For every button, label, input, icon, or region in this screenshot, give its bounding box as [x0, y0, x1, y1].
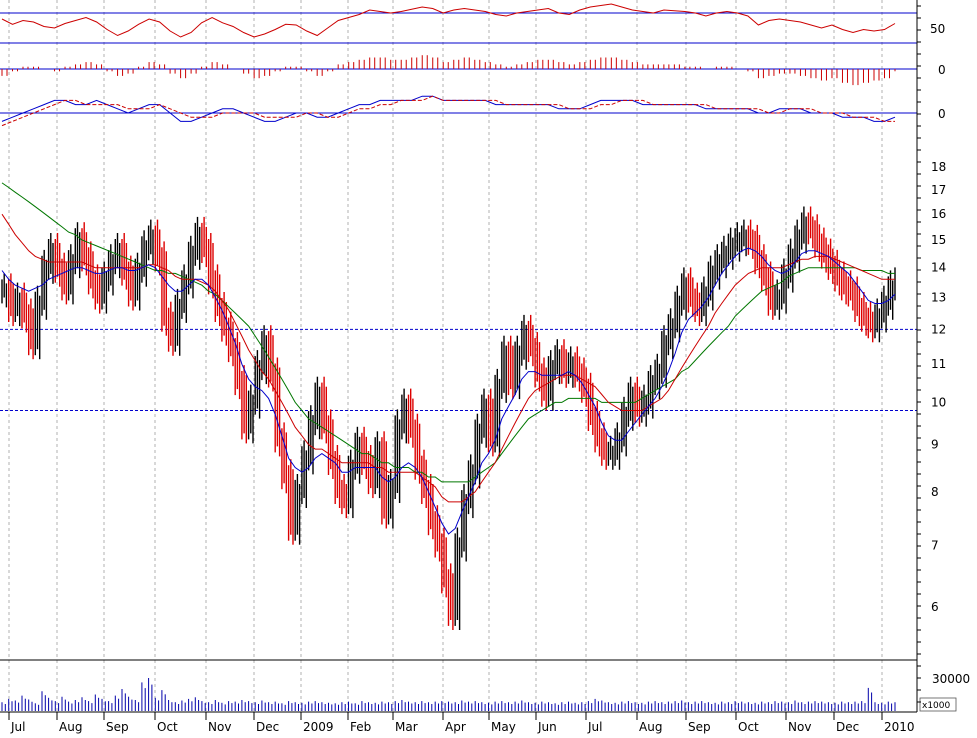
x-tick-label: Dec [256, 720, 279, 734]
price-tick-label: 9 [931, 438, 939, 452]
x-tick-label: Jun [537, 720, 557, 734]
volume-tick-label: 30000 [932, 672, 970, 686]
x-tick-label: May [491, 720, 516, 734]
price-tick-label: 10 [931, 395, 946, 409]
x-tick-label: Feb [350, 720, 371, 734]
chart-svg: 50 0 0 6 7 8 9 10 11 12 13 14 15 16 17 18 30000 x100… [0, 0, 977, 734]
x-tick-label: Jul [10, 720, 25, 734]
x-tick-label: Nov [788, 720, 811, 734]
x-tick-label: Oct [738, 720, 759, 734]
x-tick-label: Dec [836, 720, 859, 734]
price-tick-label: 15 [931, 233, 946, 247]
x-tick-label: Mar [395, 720, 418, 734]
rsi-tick-label: 50 [930, 22, 945, 36]
x-tick-label: Sep [106, 720, 129, 734]
price-tick-label: 11 [931, 357, 946, 371]
volume-unit-label: x1000 [922, 701, 951, 711]
momentum-tick-label: 0 [938, 63, 946, 77]
price-tick-label: 6 [931, 600, 939, 614]
x-tick-label: 2010 [884, 720, 915, 734]
x-tick-label: Sep [688, 720, 711, 734]
macd-tick-label: 0 [938, 107, 946, 121]
price-tick-label: 13 [931, 290, 946, 304]
x-tick-label: Apr [445, 720, 466, 734]
price-tick-label: 17 [931, 183, 946, 197]
stock-chart: 50 0 0 6 7 8 9 10 11 12 13 14 15 16 17 18 30000 x100… [0, 0, 977, 734]
price-tick-label: 14 [931, 261, 946, 275]
x-tick-label: Oct [157, 720, 178, 734]
x-tick-label: Aug [639, 720, 662, 734]
price-tick-label: 8 [931, 485, 939, 499]
x-tick-label: Aug [59, 720, 82, 734]
price-tick-label: 7 [931, 538, 939, 552]
x-tick-label: Nov [208, 720, 231, 734]
price-tick-label: 12 [931, 322, 946, 336]
x-tick-label: Jul [587, 720, 602, 734]
price-tick-label: 16 [931, 207, 946, 221]
price-tick-label: 18 [931, 160, 946, 174]
x-tick-label: 2009 [303, 720, 334, 734]
